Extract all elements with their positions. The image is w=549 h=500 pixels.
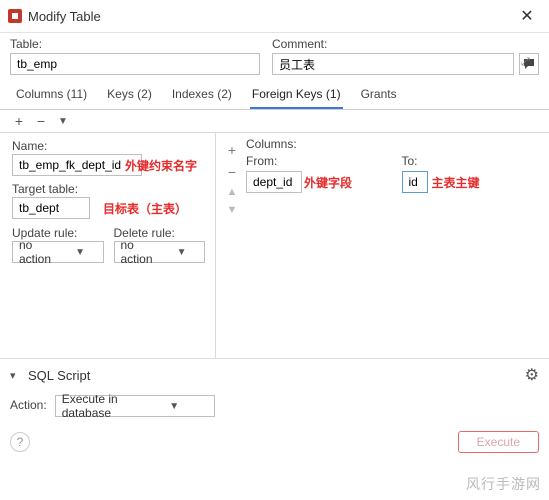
fk-name-input[interactable]: [12, 154, 142, 176]
chevron-down-icon: ▼: [135, 401, 214, 412]
watermark-text: 风行手游网: [466, 474, 541, 494]
chevron-down-icon: ▼: [58, 247, 103, 258]
annotation-from: 外键字段: [304, 174, 352, 191]
action-select[interactable]: Execute in database ▼: [55, 395, 215, 417]
comment-label: Comment:: [272, 37, 539, 51]
comment-input[interactable]: [272, 53, 514, 75]
remove-column-button[interactable]: −: [228, 164, 236, 180]
expand-icon[interactable]: ⤢: [521, 56, 535, 70]
help-button[interactable]: ?: [10, 432, 30, 452]
update-rule-value: no action: [13, 238, 58, 266]
add-fk-button[interactable]: +: [12, 113, 26, 129]
move-down-button[interactable]: ▼: [227, 204, 238, 216]
remove-fk-button[interactable]: −: [34, 113, 48, 129]
name-label: Name:: [12, 139, 205, 153]
chevron-down-icon: ▼: [159, 247, 204, 258]
table-input[interactable]: [10, 53, 260, 75]
tab-keys[interactable]: Keys (2): [105, 83, 154, 109]
target-table-label: Target table:: [12, 182, 205, 196]
target-table-input[interactable]: [12, 197, 90, 219]
tab-indexes[interactable]: Indexes (2): [170, 83, 234, 109]
delete-rule-value: no action: [115, 238, 160, 266]
update-rule-select[interactable]: no action ▼: [12, 241, 104, 263]
execute-button[interactable]: Execute: [458, 431, 539, 453]
chevron-down-icon: ▾: [10, 369, 24, 382]
annotation-to: 主表主键: [432, 174, 480, 191]
to-column-input[interactable]: [402, 171, 428, 193]
tab-foreign-keys[interactable]: Foreign Keys (1): [250, 83, 343, 109]
gear-icon[interactable]: ⚙: [525, 365, 539, 385]
fk-toolbar: + − ▼: [0, 110, 549, 132]
action-value: Execute in database: [56, 392, 135, 420]
sql-script-toggle[interactable]: ▾ SQL Script ⚙: [0, 358, 549, 391]
columns-label: Columns:: [246, 137, 543, 151]
window-title: Modify Table: [28, 9, 513, 24]
tab-strip: Columns (11) Keys (2) Indexes (2) Foreig…: [0, 77, 549, 110]
sql-script-label: SQL Script: [28, 368, 525, 383]
to-label: To:: [402, 154, 544, 168]
move-up-button[interactable]: ▲: [227, 186, 238, 198]
app-icon: [8, 9, 22, 23]
table-label: Table:: [10, 37, 260, 51]
from-column-input[interactable]: [246, 171, 302, 193]
tab-columns[interactable]: Columns (11): [14, 83, 89, 109]
delete-rule-select[interactable]: no action ▼: [114, 241, 206, 263]
annotation-target: 目标表（主表）: [103, 200, 187, 217]
from-label: From:: [246, 154, 388, 168]
tab-grants[interactable]: Grants: [359, 83, 399, 109]
close-button[interactable]: ✕: [513, 6, 541, 26]
add-column-button[interactable]: +: [228, 142, 236, 158]
fk-menu-caret-icon[interactable]: ▼: [56, 116, 70, 127]
action-label: Action:: [10, 398, 47, 412]
title-bar: Modify Table ✕: [0, 0, 549, 33]
